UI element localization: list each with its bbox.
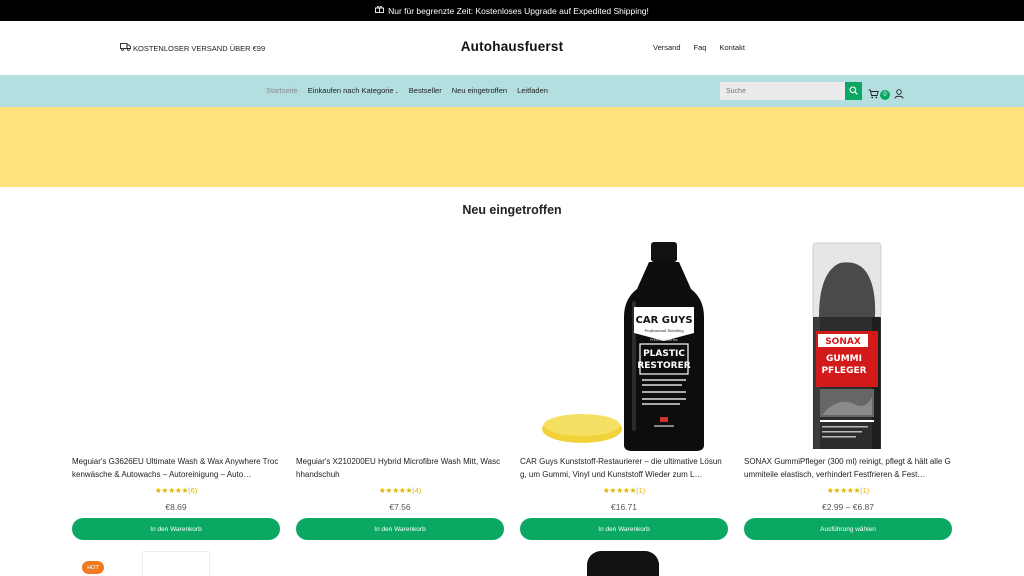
search-input[interactable] <box>720 82 845 100</box>
select-option-button[interactable]: Ausführung wählen <box>744 518 952 540</box>
product-image[interactable]: SONAX GUMMI PFLEGER <box>744 237 952 451</box>
product-price: €7.56 <box>389 502 411 512</box>
review-count: (1) <box>636 486 646 495</box>
nav-leitfaden[interactable]: Leitfaden <box>517 86 548 95</box>
nav-kategorie-label: Einkaufen nach Kategorie <box>307 86 394 95</box>
announcement-bar: Nur für begrenzte Zeit: Kostenloses Upgr… <box>0 0 1024 21</box>
search-icon <box>849 82 858 100</box>
product-price: €8.69 <box>165 502 187 512</box>
restorer-label: RESTORER <box>637 361 690 371</box>
add-to-cart-button[interactable]: In den Warenkorb <box>296 518 504 540</box>
pfleger-label: PFLEGER <box>821 366 866 376</box>
product-card[interactable]: SONAX GUMMI PFLEGER SONAX GummiPfleger (… <box>744 237 952 543</box>
review-count: (6) <box>188 486 198 495</box>
product-name[interactable]: Meguiar's G3626EU Ultimate Wash & Wax An… <box>72 455 280 481</box>
sonax-label: SONAX <box>825 337 861 347</box>
star-rating-icon: ★★★★★ <box>378 486 413 495</box>
star-rating-icon: ★★★★★ <box>154 486 189 495</box>
user-icon <box>894 86 904 103</box>
cart-count-badge: 0 <box>880 90 890 100</box>
review-count: (4) <box>412 486 422 495</box>
add-to-cart-button[interactable]: In den Warenkorb <box>520 518 728 540</box>
main-navbar: Startseite Einkaufen nach Kategorie⌄ Bes… <box>0 75 1024 107</box>
link-kontakt[interactable]: Kontakt <box>719 43 744 52</box>
announcement-text: Nur für begrenzte Zeit: Kostenloses Upgr… <box>388 5 649 16</box>
star-rating-icon: ★★★★★ <box>826 486 861 495</box>
product-image-partial[interactable] <box>587 551 659 576</box>
car-guys-label: CAR GUYS <box>635 315 692 326</box>
product-image[interactable] <box>296 237 504 451</box>
product-rating: ★★★★★(4) <box>296 486 504 495</box>
site-logo[interactable]: Autohausfuerst <box>0 39 1024 54</box>
car-guys-sublabel: Professional Detailing <box>643 329 684 333</box>
hero-banner <box>0 107 1024 187</box>
product-name[interactable]: CAR Guys Kunststoff-Restaurierer – die u… <box>520 455 728 481</box>
main-menu: Startseite Einkaufen nach Kategorie⌄ Bes… <box>266 86 548 95</box>
product-image[interactable]: CAR GUYS Professional Detailing Premium … <box>520 237 728 451</box>
account-button[interactable] <box>894 86 904 104</box>
product-rating: ★★★★★(1) <box>744 486 952 495</box>
nav-startseite[interactable]: Startseite <box>266 86 298 95</box>
link-faq[interactable]: Faq <box>694 43 707 52</box>
product-price: €16.71 <box>611 502 637 512</box>
add-to-cart-button[interactable]: In den Warenkorb <box>72 518 280 540</box>
site-header: KOSTENLOSER VERSAND ÜBER €99 Autohausfue… <box>0 21 1024 75</box>
product-image[interactable] <box>72 237 280 451</box>
chevron-down-icon: ⌄ <box>394 89 399 95</box>
cart-icon <box>868 86 879 104</box>
search-button[interactable] <box>845 82 862 100</box>
product-rating: ★★★★★(1) <box>520 486 728 495</box>
series-label: Premium Series <box>650 338 678 342</box>
review-count: (1) <box>860 486 870 495</box>
cart-button[interactable]: 0 <box>868 86 890 104</box>
gift-icon <box>375 5 385 15</box>
link-versand[interactable]: Versand <box>653 43 681 52</box>
product-card[interactable]: Meguiar's G3626EU Ultimate Wash & Wax An… <box>72 237 280 543</box>
header-links: Versand Faq Kontakt <box>653 43 745 52</box>
gummi-label: GUMMI <box>826 354 862 364</box>
star-rating-icon: ★★★★★ <box>602 486 637 495</box>
plastic-label: PLASTIC <box>643 349 685 359</box>
product-image-partial[interactable] <box>142 551 210 576</box>
product-rating: ★★★★★(6) <box>72 486 280 495</box>
product-price: €2.99 – €6.87 <box>822 502 874 512</box>
nav-bestseller[interactable]: Bestseller <box>409 86 442 95</box>
nav-kategorie[interactable]: Einkaufen nach Kategorie⌄ <box>308 86 399 95</box>
product-card[interactable]: CAR GUYS Professional Detailing Premium … <box>520 237 728 543</box>
product-card[interactable]: Meguiar's X210200EU Hybrid Microfibre Wa… <box>296 237 504 543</box>
nav-neu-eingetroffen[interactable]: Neu eingetroffen <box>452 86 507 95</box>
section-title: Neu eingetroffen <box>462 203 562 217</box>
hot-badge: HOT <box>82 561 104 574</box>
product-name[interactable]: Meguiar's X210200EU Hybrid Microfibre Wa… <box>296 455 504 481</box>
product-name[interactable]: SONAX GummiPfleger (300 ml) reinigt, pfl… <box>744 455 952 481</box>
